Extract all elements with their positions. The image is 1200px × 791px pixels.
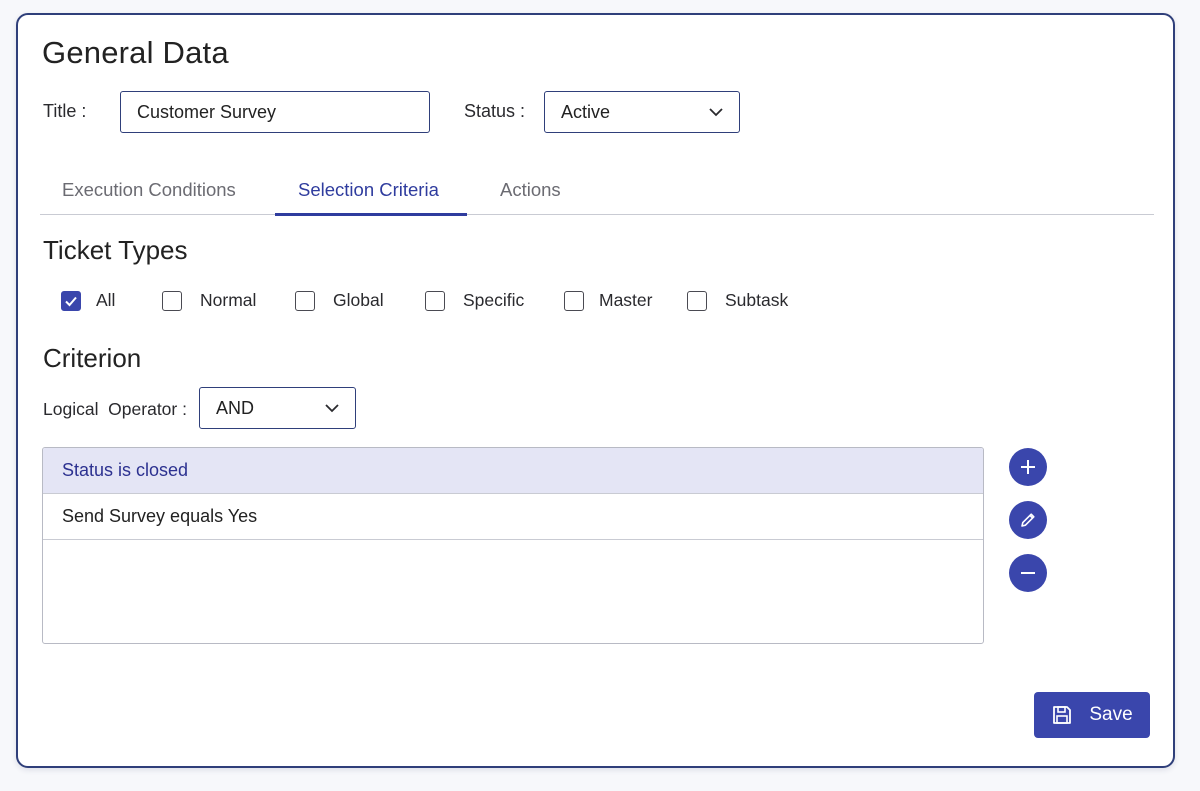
ticket-type-normal[interactable]: Normal (162, 290, 256, 311)
checkbox[interactable] (425, 290, 445, 311)
page-title: General Data (42, 35, 229, 70)
ticket-type-label: Normal (200, 290, 257, 310)
ticket-type-label: Global (333, 290, 384, 310)
minus-icon (1021, 572, 1035, 574)
ticket-type-all[interactable]: All (61, 290, 115, 311)
chevron-down-icon (707, 103, 725, 121)
add-criterion-button[interactable] (1009, 448, 1047, 486)
pencil-icon (1021, 513, 1035, 527)
ticket-type-label: All (96, 290, 116, 310)
status-select-value: Active (561, 101, 611, 122)
criterion-heading: Criterion (43, 343, 142, 373)
ticket-type-label: Specific (463, 290, 525, 310)
ticket-type-global[interactable]: Global (295, 290, 384, 311)
logical-operator-value: AND (216, 397, 255, 418)
ticket-type-label: Master (599, 290, 653, 310)
status-select[interactable]: Active (544, 91, 740, 133)
tab-execution-conditions[interactable]: Execution Conditions (62, 179, 236, 201)
criteria-row[interactable]: Status is closed (43, 448, 983, 494)
logical-operator-label: Logical Operator : (43, 399, 187, 419)
ticket-types-heading: Ticket Types (43, 235, 188, 265)
criteria-list: Status is closed Send Survey equals Yes (42, 447, 984, 644)
checkbox[interactable] (687, 290, 707, 311)
tab-selection-criteria[interactable]: Selection Criteria (298, 179, 439, 201)
status-label: Status : (464, 101, 526, 121)
checkbox[interactable] (162, 290, 182, 311)
general-data-panel: General Data Title : Status : Active Exe… (16, 13, 1175, 768)
remove-criterion-button[interactable] (1009, 554, 1047, 592)
active-tab-indicator (275, 213, 467, 216)
ticket-type-specific[interactable]: Specific (425, 290, 524, 311)
ticket-type-master[interactable]: Master (564, 290, 652, 311)
floppy-disk-icon (1051, 704, 1073, 726)
checkbox-checked[interactable] (61, 290, 81, 311)
tab-bar: Execution Conditions Selection Criteria … (40, 173, 1154, 216)
ticket-type-subtask[interactable]: Subtask (687, 290, 788, 311)
check-icon (65, 296, 77, 306)
plus-icon (1021, 460, 1035, 474)
tab-actions[interactable]: Actions (500, 179, 561, 201)
criteria-row[interactable]: Send Survey equals Yes (43, 494, 983, 540)
ticket-type-label: Subtask (725, 290, 789, 310)
checkbox[interactable] (295, 290, 315, 311)
checkbox[interactable] (564, 290, 584, 311)
save-button[interactable]: Save (1034, 692, 1150, 738)
title-label: Title : (43, 101, 87, 121)
save-button-label: Save (1089, 704, 1133, 725)
title-input[interactable] (120, 91, 430, 133)
logical-operator-select[interactable]: AND (199, 387, 356, 429)
chevron-down-icon (323, 399, 341, 417)
edit-criterion-button[interactable] (1009, 501, 1047, 539)
